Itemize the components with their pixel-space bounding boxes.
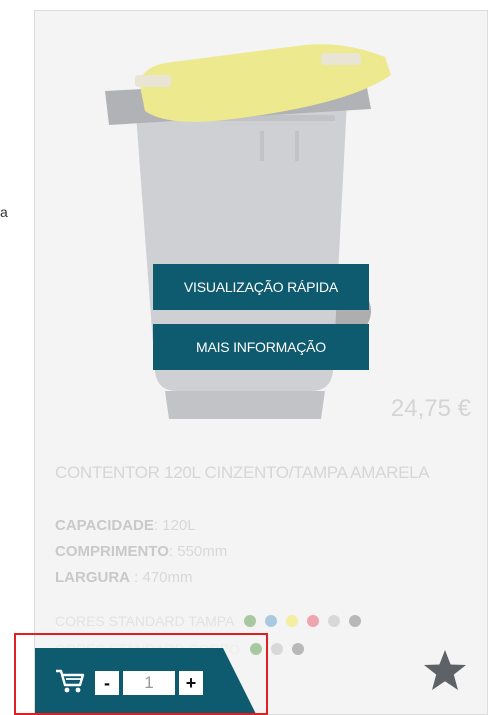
lid-color-swatch[interactable] [307,615,320,627]
lid-color-swatch[interactable] [349,615,362,627]
spec-label: COMPRIMENTO [55,543,169,560]
product-specs: CAPACIDADE: 120L COMPRIMENTO: 550mm LARG… [55,517,227,595]
cut-off-text: a [0,204,8,220]
body-color-swatch[interactable] [291,643,304,655]
add-to-cart-bar: - + [35,648,265,714]
quantity-increase-button[interactable]: + [179,671,203,695]
quantity-decrease-button[interactable]: - [95,671,119,695]
spec-width: LARGURA : 470mm [55,569,227,595]
product-title[interactable]: CONTENTOR 120L CINZENTO/TAMPA AMARELA [55,463,430,483]
product-image[interactable] [95,41,395,431]
shopping-cart-icon[interactable] [55,668,85,694]
bin-illustration [105,44,391,419]
product-price: 24,75 € [390,395,471,422]
lid-color-swatch[interactable] [286,615,299,627]
spec-value: : 470mm [130,569,193,586]
lid-color-swatch[interactable] [265,615,278,627]
spec-label: LARGURA [55,569,130,586]
quick-view-button[interactable]: VISUALIZAÇÃO RÁPIDA [153,264,369,310]
lid-color-swatch[interactable] [328,615,341,627]
spec-capacity: CAPACIDADE: 120L [55,517,227,543]
lid-colors-label: CORES STANDARD TAMPA [55,613,235,629]
lid-color-swatch[interactable] [244,615,257,627]
spec-label: CAPACIDADE [55,517,154,534]
spec-length: COMPRIMENTO: 550mm [55,543,227,569]
spec-value: : 550mm [168,543,228,560]
lid-colors: CORES STANDARD TAMPA [55,613,370,629]
more-info-button[interactable]: MAIS INFORMAÇÃO [153,324,369,370]
product-card: VISUALIZAÇÃO RÁPIDA MAIS INFORMAÇÃO 24,7… [34,10,488,715]
spec-value: : 120L [153,517,196,534]
quantity-input[interactable] [123,671,175,695]
star-icon[interactable] [423,649,467,691]
body-color-swatch[interactable] [270,643,283,655]
